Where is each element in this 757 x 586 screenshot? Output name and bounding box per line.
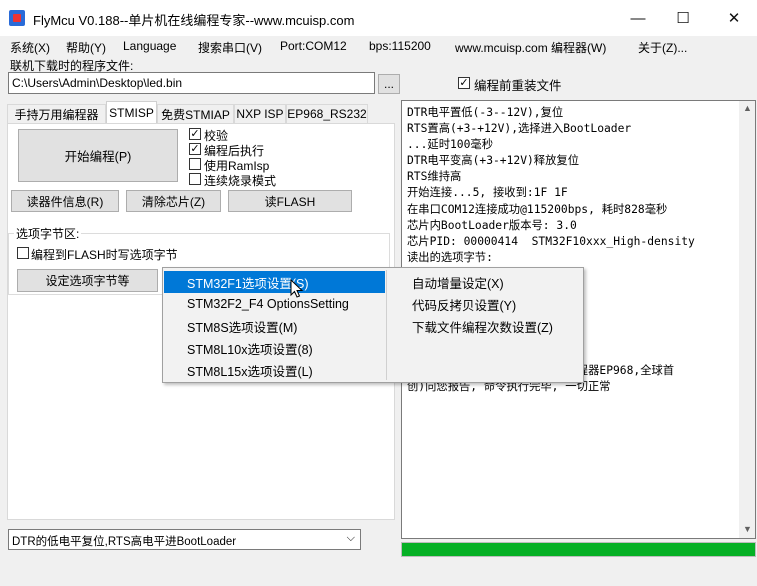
run-after-program-checkbox[interactable]: ✓ — [189, 143, 201, 155]
close-button[interactable]: ✕ — [711, 0, 757, 36]
scroll-up-icon[interactable]: ▲ — [743, 103, 752, 113]
reset-mode-value: DTR的低电平复位,RTS高电平进BootLoader — [12, 536, 237, 548]
chevron-down-icon: ⌵ — [346, 532, 355, 544]
popup-item-stm32f2-f4[interactable]: STM32F2_F4 OptionsSetting — [164, 293, 385, 315]
popup-item-code-readback[interactable]: 代码反拷贝设置(Y) — [389, 293, 579, 315]
progress-bar — [401, 542, 756, 557]
menu-system[interactable]: 系统(X) — [10, 39, 50, 56]
minimize-button[interactable]: — — [615, 0, 661, 36]
write-option-bytes-label: 编程到FLASH时写选项字节 — [31, 248, 178, 262]
menu-port[interactable]: Port:COM12 — [280, 39, 347, 53]
use-ramisp-checkbox[interactable] — [189, 158, 201, 170]
log-line: 读出的选项字节: — [407, 250, 493, 264]
verify-checkbox[interactable]: ✓ — [189, 128, 201, 140]
tab-stmisp[interactable]: STMISP — [106, 101, 157, 124]
log-line: 在串口COM12连接成功@115200bps, 耗时828毫秒 — [407, 202, 668, 216]
menu-language[interactable]: Language — [123, 39, 176, 53]
reload-file-checkbox[interactable]: ✓ — [458, 77, 470, 89]
log-line: ...延时100毫秒 — [407, 138, 493, 152]
menu-programmer[interactable]: www.mcuisp.com 编程器(W) — [455, 39, 606, 56]
read-flash-button[interactable]: 读FLASH — [228, 190, 352, 212]
erase-chip-button[interactable]: 清除芯片(Z) — [126, 190, 221, 212]
popup-item-stm32f1[interactable]: STM32F1选项设置(S) — [164, 271, 385, 293]
popup-item-stm8s[interactable]: STM8S选项设置(M) — [164, 315, 385, 337]
continuous-burn-checkbox[interactable] — [189, 173, 201, 185]
log-line: 开始连接...5, 接收到:1F 1F — [407, 186, 568, 200]
progress-fill — [402, 543, 755, 556]
app-icon — [9, 10, 25, 26]
log-line: DTR电平变高(+3-+12V)释放复位 — [407, 154, 579, 168]
menu-search-port[interactable]: 搜索串口(V) — [198, 39, 262, 56]
log-line: 芯片PID: 00000414 STM32F10xxx_High-density — [407, 234, 695, 248]
reset-mode-select[interactable]: DTR的低电平复位,RTS高电平进BootLoader ⌵ — [8, 529, 361, 550]
mouse-cursor-icon — [290, 279, 304, 298]
popup-item-program-count[interactable]: 下载文件编程次数设置(Z) — [389, 315, 579, 337]
popup-item-stm8l15x[interactable]: STM8L15x选项设置(L) — [164, 359, 385, 381]
log-line: RTS置高(+3-+12V),选择进入BootLoader — [407, 122, 632, 136]
tab-ep968[interactable]: EP968_RS232 — [286, 104, 368, 123]
tab-handheld[interactable]: 手持万用编程器 — [7, 104, 106, 123]
menu-bps[interactable]: bps:115200 — [369, 39, 431, 53]
check-mark-icon: ✓ — [459, 77, 469, 89]
reload-file-label: 编程前重装文件 — [474, 79, 562, 93]
set-option-bytes-button[interactable]: 设定选项字节等 — [17, 269, 158, 292]
log-line: 芯片内BootLoader版本号: 3.0 — [407, 218, 577, 232]
popup-item-auto-increment[interactable]: 自动增量设定(X) — [389, 271, 579, 293]
tab-free-stmiap[interactable]: 免费STMIAP — [157, 104, 234, 123]
log-line: RTS维持高 — [407, 170, 462, 184]
scroll-down-icon[interactable]: ▼ — [743, 524, 752, 534]
file-path-field[interactable]: C:\Users\Admin\Desktop\led.bin — [8, 72, 375, 94]
window-title: FlyMcu V0.188--单片机在线编程专家--www.mcuisp.com — [33, 13, 355, 28]
menu-help[interactable]: 帮助(Y) — [66, 39, 106, 56]
option-popup-menu: STM32F1选项设置(S) STM32F2_F4 OptionsSetting… — [162, 267, 584, 383]
menu-about[interactable]: 关于(Z)... — [638, 39, 687, 56]
option-byte-group-label: 选项字节区: — [14, 225, 82, 242]
tab-nxp-isp[interactable]: NXP ISP — [234, 104, 286, 123]
start-program-button[interactable]: 开始编程(P) — [18, 129, 178, 182]
log-line: DTR电平置低(-3--12V),复位 — [407, 106, 564, 119]
log-scrollbar[interactable]: ▲ ▼ — [739, 101, 755, 538]
popup-divider — [386, 270, 387, 380]
file-path-value: C:\Users\Admin\Desktop\led.bin — [12, 76, 183, 90]
check-mark-icon: ✓ — [190, 143, 200, 155]
browse-button[interactable]: ... — [378, 74, 400, 94]
read-device-info-button[interactable]: 读器件信息(R) — [11, 190, 119, 212]
write-option-bytes-checkbox[interactable] — [17, 247, 29, 259]
continuous-burn-label: 连续烧录模式 — [204, 174, 277, 188]
popup-item-stm8l10x[interactable]: STM8L10x选项设置(8) — [164, 337, 385, 359]
maximize-button[interactable]: ☐ — [660, 0, 706, 36]
check-mark-icon: ✓ — [190, 128, 200, 140]
